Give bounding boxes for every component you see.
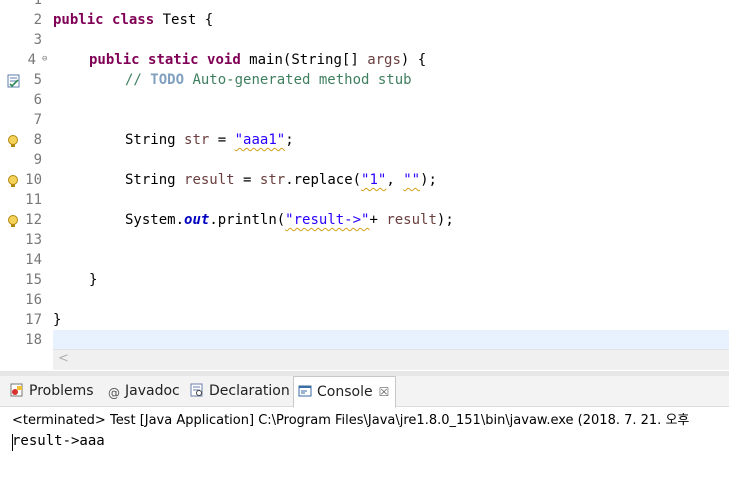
tab-label: Declaration	[209, 383, 290, 399]
line-number: 6	[33, 92, 42, 108]
code-line-current: 18	[0, 330, 729, 350]
tab-label: Console	[317, 384, 373, 400]
line-number: 5	[33, 72, 42, 88]
code-line: 1	[0, 0, 729, 10]
scroll-left-arrow-icon[interactable]: <	[58, 351, 69, 366]
code-line: 16	[0, 290, 729, 310]
line-number: 16	[25, 292, 42, 308]
line-number: 9	[33, 152, 42, 168]
tab-javadoc[interactable]: @ Javadoc	[108, 376, 180, 406]
code-line: 7	[0, 110, 729, 130]
code-line: 2 public class Test {	[0, 10, 729, 30]
code-line: 15 }	[0, 270, 729, 290]
console-status-line: <terminated> Test [Java Application] C:\…	[12, 413, 690, 428]
code-line: 13	[0, 230, 729, 250]
problems-icon	[10, 378, 24, 397]
code-text: // TODO Auto-generated method stub	[125, 72, 412, 88]
code-line: 17 }	[0, 310, 729, 330]
line-number: 7	[33, 112, 42, 128]
line-number: 12	[25, 212, 42, 228]
code-text: String result = str.replace("1", "");	[125, 172, 437, 188]
code-text: }	[89, 272, 98, 288]
code-text: String str = "aaa1";	[125, 132, 294, 148]
code-line: 12 System.out.println("result->"+ result…	[0, 210, 729, 230]
line-number: 10	[25, 172, 42, 188]
current-line-highlight	[53, 330, 729, 350]
line-number: 17	[25, 312, 42, 328]
fold-collapse-icon[interactable]: ⊖	[42, 52, 47, 66]
text-caret	[12, 434, 13, 451]
tab-label: Problems	[29, 383, 94, 399]
code-line: 3	[0, 30, 729, 50]
line-number: 1	[33, 0, 42, 8]
at-icon: @	[108, 386, 120, 400]
horizontal-scrollbar[interactable]: <	[53, 349, 729, 370]
code-text: public class Test {	[53, 12, 214, 28]
tab-declaration[interactable]: Declaration	[190, 376, 290, 406]
close-icon[interactable]: ☒	[379, 385, 390, 399]
line-number: 4	[27, 52, 36, 68]
code-line: 14	[0, 250, 729, 270]
console-output[interactable]: result->aaa	[12, 433, 105, 449]
line-number: 14	[25, 252, 42, 268]
line-number: 11	[25, 192, 42, 208]
tab-console[interactable]: Console ☒	[293, 376, 397, 408]
code-text: }	[53, 312, 62, 328]
line-number: 18	[25, 332, 42, 348]
line-number: 13	[25, 232, 42, 248]
view-tab-bar: Problems @ Javadoc Declaration Console ☒	[0, 376, 729, 408]
line-number: 3	[33, 32, 42, 48]
code-text: System.out.println("result->"+ result);	[125, 212, 454, 228]
line-number: 15	[25, 272, 42, 288]
code-line: 8 String str = "aaa1";	[0, 130, 729, 150]
code-line: 5 // TODO Auto-generated method stub	[0, 70, 729, 90]
code-editor[interactable]: 1 2 public class Test { 3 4 ⊖ public sta…	[0, 0, 729, 371]
code-text: public static void main(String[] args) {	[89, 52, 427, 68]
code-line: 11	[0, 190, 729, 210]
code-line: 4 ⊖ public static void main(String[] arg…	[0, 50, 729, 70]
tab-problems[interactable]: Problems	[10, 376, 94, 406]
line-number: 8	[33, 132, 42, 148]
code-line: 10 String result = str.replace("1", "");	[0, 170, 729, 190]
console-icon	[298, 379, 312, 397]
tab-label: Javadoc	[125, 383, 180, 399]
declaration-icon	[190, 378, 204, 397]
code-line: 9	[0, 150, 729, 170]
code-line: 6	[0, 90, 729, 110]
line-number: 2	[33, 12, 42, 28]
